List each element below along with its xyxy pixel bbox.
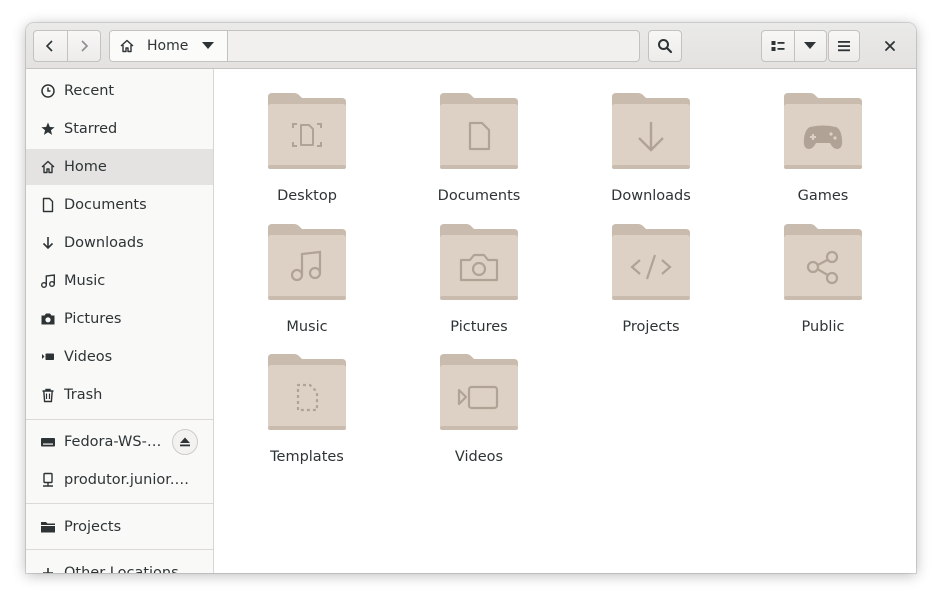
- sidebar-item-label: Home: [64, 159, 107, 175]
- file-item-documents[interactable]: Documents: [404, 91, 554, 211]
- sidebar-item-label: Documents: [64, 197, 147, 213]
- video-icon: [40, 349, 56, 365]
- sidebar: Recent Starred Home Documents Downloads …: [26, 69, 214, 573]
- chevron-left-icon: [46, 40, 53, 52]
- list-view-button[interactable]: [762, 31, 794, 61]
- list-view-icon: [771, 41, 785, 51]
- file-label: Public: [801, 319, 845, 335]
- trash-icon: [40, 387, 56, 403]
- sidebar-separator: [26, 503, 213, 504]
- chevron-down-icon[interactable]: [202, 42, 215, 50]
- file-view: Desktop Documents Downloads Games Music …: [215, 69, 916, 573]
- sidebar-item-network-account[interactable]: produtor.junior.mg@gmail.com: [26, 462, 213, 498]
- hamburger-icon: [838, 41, 850, 52]
- sidebar-item-label: Projects: [64, 519, 122, 535]
- sidebar-item-pictures[interactable]: Pictures: [26, 301, 213, 337]
- file-item-projects[interactable]: Projects: [576, 222, 726, 342]
- home-icon: [120, 39, 134, 53]
- sidebar-item-label: Other Locations: [64, 565, 179, 573]
- sidebar-item-label: Videos: [64, 349, 113, 365]
- search-button[interactable]: [648, 30, 682, 62]
- path-segment-home[interactable]: Home: [110, 31, 228, 61]
- downloads-folder-icon: [612, 93, 690, 169]
- file-label: Documents: [437, 188, 521, 204]
- file-item-pictures[interactable]: Pictures: [404, 222, 554, 342]
- music-icon: [40, 273, 56, 289]
- document-icon: [40, 197, 56, 213]
- file-label: Music: [286, 319, 328, 335]
- sidebar-separator: [26, 549, 213, 550]
- file-label: Templates: [270, 449, 344, 465]
- file-label: Videos: [454, 449, 504, 465]
- templates-folder-icon: [268, 354, 346, 430]
- sidebar-item-documents[interactable]: Documents: [26, 187, 213, 223]
- sidebar-item-label: Starred: [64, 121, 118, 137]
- file-item-music[interactable]: Music: [232, 222, 382, 342]
- file-item-videos[interactable]: Videos: [404, 352, 554, 472]
- games-folder-icon: [784, 93, 862, 169]
- sidebar-item-projects[interactable]: Projects: [26, 509, 213, 545]
- sidebar-item-label: Fedora-WS-Live-34-1-2: [64, 434, 166, 450]
- folder-icon: [40, 519, 56, 535]
- view-buttons: [761, 30, 827, 62]
- eject-button[interactable]: [172, 429, 198, 455]
- file-item-desktop[interactable]: Desktop: [232, 91, 382, 211]
- network-icon: [40, 472, 56, 488]
- close-button[interactable]: [878, 34, 902, 58]
- file-label: Pictures: [450, 319, 508, 335]
- view-options-button[interactable]: [793, 31, 827, 61]
- main-menu-button[interactable]: [828, 30, 860, 62]
- file-item-games[interactable]: Games: [748, 91, 898, 211]
- sidebar-item-home[interactable]: Home: [26, 149, 213, 185]
- file-label: Desktop: [277, 188, 337, 204]
- file-label: Projects: [622, 319, 680, 335]
- projects-folder-icon: [612, 224, 690, 300]
- sidebar-item-other-locations[interactable]: Other Locations: [26, 555, 213, 573]
- file-label: Downloads: [611, 188, 691, 204]
- navigation-buttons: [33, 30, 101, 62]
- location-bar[interactable]: Home: [109, 30, 640, 62]
- plus-icon: [40, 565, 56, 573]
- file-label: Games: [797, 188, 849, 204]
- eject-icon: [180, 437, 190, 447]
- header-bar: Home: [26, 23, 916, 69]
- sidebar-item-music[interactable]: Music: [26, 263, 213, 299]
- home-icon: [40, 159, 56, 175]
- documents-folder-icon: [440, 93, 518, 169]
- back-button[interactable]: [34, 31, 67, 61]
- sidebar-item-label: Music: [64, 273, 106, 289]
- clock-icon: [40, 83, 56, 99]
- file-item-templates[interactable]: Templates: [232, 352, 382, 472]
- sidebar-item-trash[interactable]: Trash: [26, 377, 213, 413]
- sidebar-item-label: produtor.junior.mg@gmail.com: [64, 472, 198, 488]
- sidebar-item-starred[interactable]: Starred: [26, 111, 213, 147]
- camera-icon: [40, 311, 56, 327]
- sidebar-item-videos[interactable]: Videos: [26, 339, 213, 375]
- sidebar-item-label: Pictures: [64, 311, 122, 327]
- forward-button[interactable]: [66, 31, 101, 61]
- close-icon: [885, 41, 895, 51]
- sidebar-item-label: Trash: [64, 387, 103, 403]
- sidebar-item-label: Recent: [64, 83, 115, 99]
- drive-icon: [40, 434, 56, 450]
- chevron-down-icon: [804, 42, 817, 49]
- search-icon: [658, 39, 673, 54]
- public-folder-icon: [784, 224, 862, 300]
- videos-folder-icon: [440, 354, 518, 430]
- sidebar-item-label: Downloads: [64, 235, 144, 251]
- sidebar-item-downloads[interactable]: Downloads: [26, 225, 213, 261]
- star-icon: [40, 121, 56, 137]
- path-segment-label: Home: [147, 38, 189, 54]
- sidebar-item-recent[interactable]: Recent: [26, 73, 213, 109]
- download-icon: [40, 235, 56, 251]
- file-item-downloads[interactable]: Downloads: [576, 91, 726, 211]
- desktop-folder-icon: [268, 93, 346, 169]
- chevron-right-icon: [81, 40, 88, 52]
- music-folder-icon: [268, 224, 346, 300]
- file-manager-window: Home Recent Starred Home Documents Downl…: [26, 23, 916, 573]
- sidebar-separator: [26, 419, 213, 420]
- file-item-public[interactable]: Public: [748, 222, 898, 342]
- pictures-folder-icon: [440, 224, 518, 300]
